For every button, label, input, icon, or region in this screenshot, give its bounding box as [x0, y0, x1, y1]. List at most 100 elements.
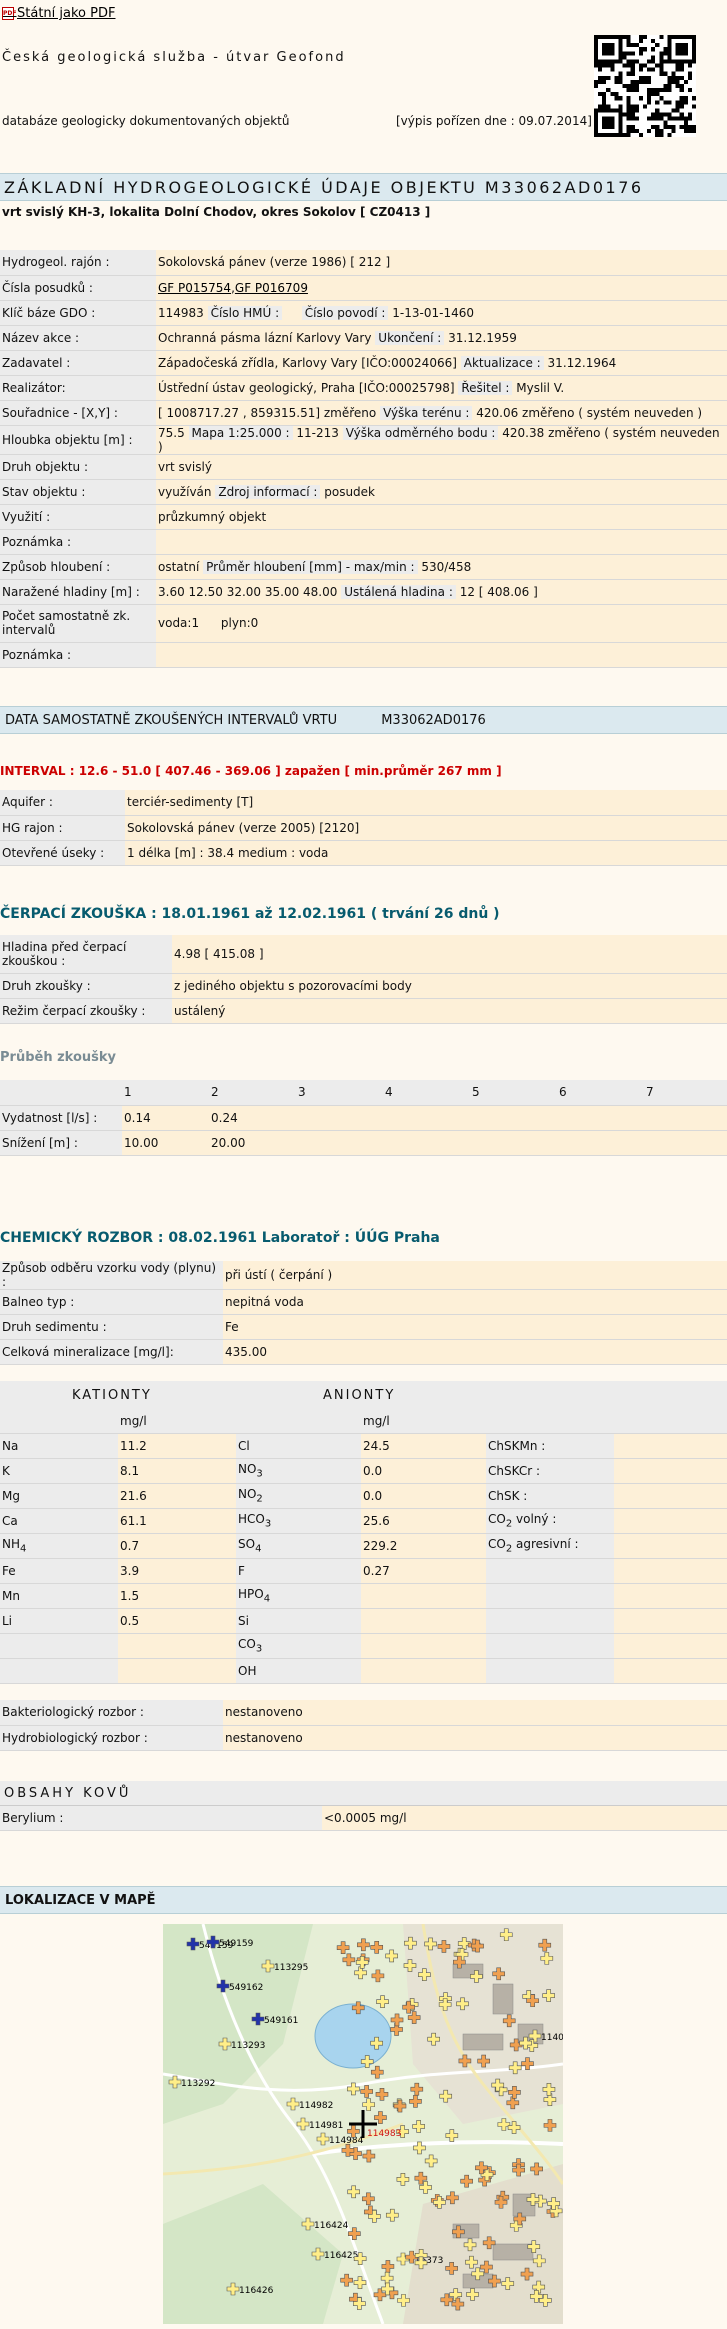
narazene-value: 3.60 12.50 32.00 35.00 48.00 Ustálená hl…: [156, 579, 727, 605]
kation-name: Mn: [0, 1583, 118, 1609]
row-rezim: Režim čerpací zkoušky : ustálený: [0, 998, 727, 1024]
map-label: 549161: [264, 2016, 298, 2026]
other-unit-blank-2: [614, 1409, 727, 1434]
metals-title: OBSAHY KOVŮ: [0, 1781, 727, 1806]
other-value: [614, 1458, 727, 1484]
row-souradnice: Souřadnice - [X,Y] : [ 1008717.27 , 8593…: [0, 400, 727, 426]
other-name: ChSK :: [486, 1483, 614, 1509]
anion-value: 0.27: [361, 1558, 486, 1584]
progress-header-row: 1 2 3 4 5 6 7: [0, 1080, 727, 1106]
hg-rajon-value: Sokolovská pánev (verze 2005) [2120]: [125, 815, 727, 841]
ion-row: K 8.1 NO3 0.0 ChSKCr :: [0, 1458, 727, 1484]
kat-unit: mg/l: [118, 1409, 236, 1434]
row-vydatnost: Vydatnost [l/s] : 0.14 0.24: [0, 1105, 727, 1131]
posudek-link-2[interactable]: GF P016709: [235, 281, 308, 295]
odber-value: při ústí ( čerpání ): [223, 1261, 727, 1290]
druh-label: Druh objektu :: [0, 454, 156, 480]
anion-value: [361, 1658, 486, 1684]
pocet-label: Počet samostatně zk. intervalů: [0, 604, 156, 643]
row-stav: Stav objektu : využíván Zdroj informací …: [0, 479, 727, 505]
progress-corner: [0, 1080, 122, 1106]
zdroj-value: posudek: [324, 484, 375, 499]
other-value: [614, 1558, 727, 1584]
location-map[interactable]: 549159 549159 113295 549162 549161 113293 1132…: [163, 1924, 563, 2324]
pocet-value: voda:1 plyn:0: [156, 604, 727, 643]
stav-label: Stav objektu :: [0, 479, 156, 505]
pdf-link-label[interactable]: Státní jako PDF: [17, 6, 115, 21]
row-hg-rajon: HG rajon : Sokolovská pánev (verze 2005)…: [0, 815, 727, 841]
anion-name: Si: [236, 1608, 361, 1634]
balneo-value: nepitná voda: [223, 1289, 727, 1315]
row-useky: Otevřené úseky : 1 délka [m] : 38.4 medi…: [0, 840, 727, 866]
vydatnost-2: 0.24: [209, 1105, 296, 1131]
posudek-link-1[interactable]: GF P015754: [158, 281, 231, 295]
snizeni-3: [296, 1130, 383, 1156]
map-label: 116425: [324, 2251, 358, 2261]
row-sediment: Druh sedimentu : Fe: [0, 1314, 727, 1340]
stav-value: využíván Zdroj informací : posudek: [156, 479, 727, 505]
berylium-value: <0.0005 mg/l: [322, 1806, 727, 1831]
kation-value: 61.1: [118, 1508, 236, 1534]
pruh-zkousky-title: Průběh zkoušky: [0, 1050, 117, 1065]
progress-col-7: 7: [644, 1080, 727, 1106]
vydatnost-5: [470, 1105, 557, 1131]
other-value: [614, 1633, 727, 1659]
printed-date: [výpis pořízen dne : 09.07.2014]: [396, 114, 592, 128]
povodi-value: 1-13-01-1460: [392, 305, 474, 320]
povodi-label: Číslo povodí :: [301, 305, 389, 320]
ions-table: mg/l mg/l Na 11.2 Cl 24.5 ChSKMn : K 8.1 NO3 0.0…: [0, 1409, 727, 1684]
map-label: 113295: [274, 1963, 308, 1973]
other-value: [614, 1533, 727, 1559]
anion-name: SO4: [236, 1533, 361, 1559]
intervals-title: DATA SAMOSTATNĚ ZKOUŠENÝCH INTERVALŮ VRT…: [5, 713, 338, 728]
other-name: CO2 volný :: [486, 1508, 614, 1534]
ion-row: Fe 3.9 F 0.27: [0, 1558, 727, 1584]
kation-name: Mg: [0, 1483, 118, 1509]
pocet-voda: voda:1: [158, 616, 200, 630]
other-name: [486, 1558, 614, 1584]
poznamka-2-value: [156, 642, 727, 668]
mapa-label: Mapa 1:25.000 :: [188, 425, 293, 440]
ion-row: Li 0.5 Si: [0, 1608, 727, 1634]
row-balneo: Balneo typ : nepitná voda: [0, 1289, 727, 1315]
narazene-label: Naražené hladiny [m] :: [0, 579, 156, 605]
map-label: 114983: [367, 2129, 401, 2139]
akce-label: Název akce :: [0, 325, 156, 351]
snizeni-2: 20.00: [209, 1130, 296, 1156]
other-name: [486, 1583, 614, 1609]
ustalena-value: 12 [ 408.06 ]: [459, 584, 538, 599]
hloubka-label: Hloubka objektu [m] :: [0, 425, 156, 455]
map-title: LOKALIZACE V MAPĚ: [5, 1893, 156, 1908]
pdf-link[interactable]: PDF Státní jako PDF: [2, 6, 115, 21]
vydatnost-1: 0.14: [122, 1105, 209, 1131]
ion-row: Mg 21.6 NO2 0.0 ChSK :: [0, 1483, 727, 1509]
row-odber: Způsob odběru vzorku vody (plynu) : při …: [0, 1261, 727, 1290]
object-subtitle: vrt svislý KH-3, lokalita Dolní Chodov, …: [2, 205, 431, 219]
snizeni-4: [383, 1130, 470, 1156]
useky-label: Otevřené úseky :: [0, 840, 125, 866]
row-zadavatel: Zadavatel : Západočeská zřídla, Karlovy …: [0, 350, 727, 376]
row-hloubka: Hloubka objektu [m] : 75.5 Mapa 1:25.000…: [0, 425, 727, 455]
map-label: 116424: [314, 2221, 349, 2231]
interval-table: Aquifer : terciér-sedimenty [T] HG rajon…: [0, 790, 727, 866]
kation-value: 1.5: [118, 1583, 236, 1609]
anion-name: HCO3: [236, 1508, 361, 1534]
row-druh-zkousky: Druh zkoušky : z jediného objektu s pozo…: [0, 973, 727, 999]
mineralizace-value: 435.00: [223, 1339, 727, 1365]
vyska-value: 420.06 změřeno ( systém neuveden ): [476, 405, 703, 420]
progress-col-6: 6: [557, 1080, 644, 1106]
ion-row: Mn 1.5 HPO4: [0, 1583, 727, 1609]
map-label: 549162: [229, 1983, 263, 1993]
map-label: 113292: [181, 2079, 215, 2089]
row-poznamka: Poznámka :: [0, 529, 727, 555]
souradnice-label: Souřadnice - [X,Y] :: [0, 400, 156, 426]
snizeni-label: Snížení [m] :: [0, 1130, 122, 1156]
aktualizace-value: 31.12.1964: [547, 355, 617, 370]
map-label: 114982: [299, 2101, 333, 2111]
progress-col-4: 4: [383, 1080, 470, 1106]
chem-info-table: Způsob odběru vzorku vody (plynu) : při …: [0, 1261, 727, 1365]
sediment-label: Druh sedimentu :: [0, 1314, 223, 1340]
other-name: [486, 1608, 614, 1634]
vydatnost-label: Vydatnost [l/s] :: [0, 1105, 122, 1131]
souradnice-coords: [ 1008717.27 , 859315.51] změřeno: [158, 405, 377, 420]
